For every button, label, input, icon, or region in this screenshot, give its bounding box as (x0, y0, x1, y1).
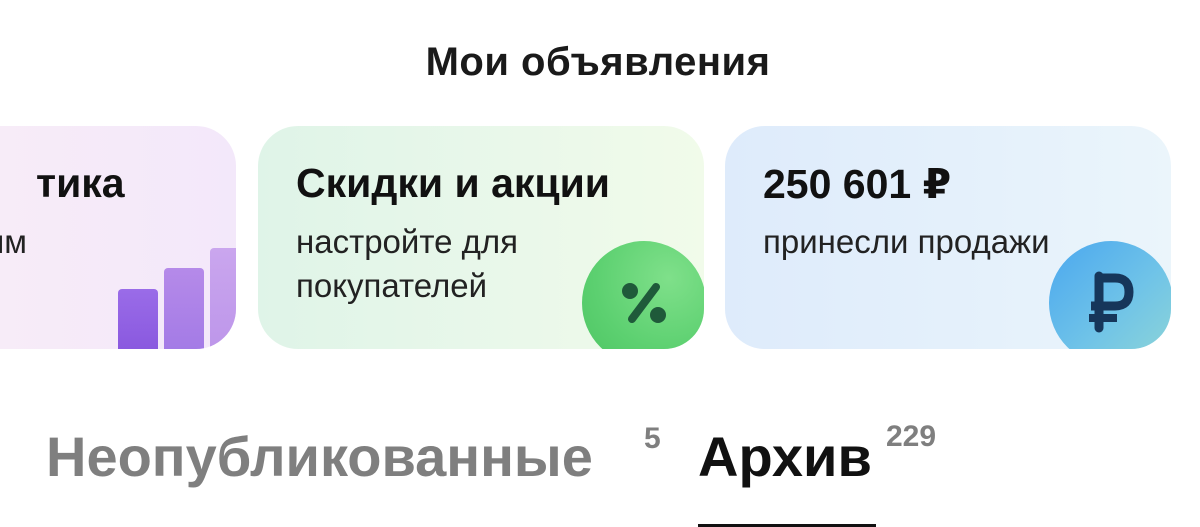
tab-archive[interactable]: Архив (698, 424, 872, 489)
page-title: Мои объявления (425, 40, 771, 84)
percent-icon (582, 241, 704, 349)
bar-chart-bar (118, 289, 158, 349)
bar-chart-icon (118, 229, 236, 349)
tab-unpublished-count: 5 (644, 422, 661, 455)
analytics-card[interactable]: тика иям (0, 126, 236, 349)
tab-archive-count: 229 (886, 420, 937, 453)
discounts-card-subtitle: настройте для покупателей (296, 223, 518, 304)
tab-unpublished[interactable]: Неопубликованные (46, 424, 593, 489)
ruble-icon (1049, 241, 1171, 349)
sales-card-subtitle: принесли продажи (763, 223, 1050, 260)
my-listings-page: Мои объявления тика иям Скидки и акции н… (0, 0, 1200, 527)
sales-card-amount: 250 601 ₽ (763, 161, 952, 207)
analytics-card-title: тика (36, 160, 125, 206)
bar-chart-bar (164, 268, 204, 349)
discounts-card[interactable]: Скидки и акции настройте для покупателей (258, 126, 704, 349)
bar-chart-bar (210, 248, 236, 349)
discounts-card-title: Скидки и акции (296, 160, 611, 206)
sales-card[interactable]: 250 601 ₽ принесли продажи (725, 126, 1171, 349)
